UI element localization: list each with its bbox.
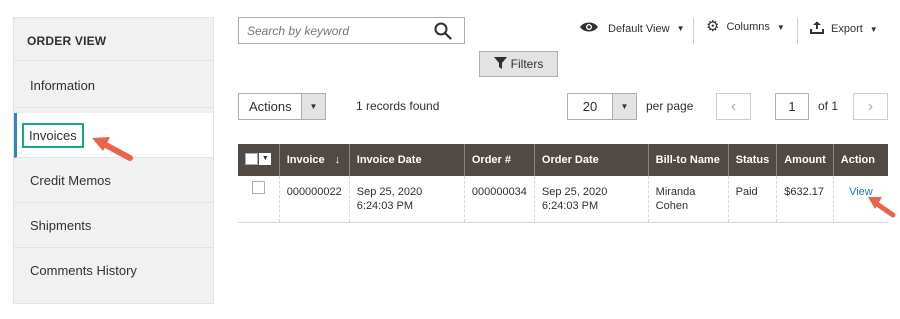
cell-amount: $632.17 (776, 176, 834, 223)
pointer-arrow-icon (92, 137, 133, 161)
column-header-label: Amount (784, 154, 826, 166)
search-icon[interactable] (434, 22, 452, 43)
invoices-grid: ▼ Invoice ↓ Invoice Date Order # Order Da… (238, 144, 888, 223)
sort-arrow-icon: ↓ (334, 154, 341, 166)
default-view-dropdown[interactable]: Default View ▼ (579, 21, 684, 36)
column-header-order-date[interactable]: Order Date (534, 144, 649, 176)
column-header-label: Bill-to Name (655, 154, 720, 166)
sidebar-item-credit-memos[interactable]: Credit Memos (14, 158, 213, 203)
toolbar-divider (693, 18, 694, 44)
default-view-label: Default View (608, 22, 670, 35)
cell-status: Paid (728, 176, 778, 223)
sidebar-item-shipments[interactable]: Shipments (14, 203, 213, 248)
search-box (238, 17, 465, 44)
chevron-down-icon: ▼ (776, 22, 785, 32)
column-header-amount[interactable]: Amount (776, 144, 834, 176)
column-header-action: Action (833, 144, 888, 176)
sidebar-item-comments-history[interactable]: Comments History (14, 248, 213, 293)
eye-icon (579, 21, 599, 36)
columns-dropdown[interactable]: ⚙ Columns ▼ (706, 18, 785, 35)
mass-actions-label: Actions (249, 99, 292, 114)
column-header-label: Order # (471, 154, 511, 166)
row-checkbox[interactable] (251, 181, 265, 194)
records-found: 1 records found (356, 99, 440, 113)
chevron-down-icon: ▼ (612, 94, 636, 119)
sidebar-item-label: Comments History (30, 263, 137, 278)
sidebar-item-label: Credit Memos (30, 172, 111, 188)
cell-bill-to-name: Miranda Cohen (648, 176, 729, 223)
gear-icon: ⚙ (706, 18, 720, 35)
select-all-checkbox[interactable]: ▼ (245, 152, 272, 165)
per-page-label: per page (646, 99, 694, 113)
page-size-select[interactable]: 20 ▼ (567, 93, 637, 120)
export-label: Export (831, 23, 863, 35)
pointer-arrow-icon (868, 197, 896, 218)
sidebar-item-label: Invoices (22, 122, 84, 148)
chevron-down-icon: ▼ (301, 94, 325, 119)
export-dropdown[interactable]: Export ▼ (810, 21, 878, 37)
column-header-label: Invoice (286, 154, 325, 166)
column-header-invoice[interactable]: Invoice ↓ (279, 144, 350, 176)
grid-header-row: ▼ Invoice ↓ Invoice Date Order # Order Da… (238, 144, 888, 176)
column-header-label: Action (840, 154, 876, 166)
cell-invoice: 000000022 (279, 176, 350, 223)
sidebar-item-label: Information (30, 77, 96, 93)
toolbar-divider (797, 18, 798, 44)
cell-order-number: 000000034 (464, 176, 535, 223)
chevron-left-icon: ‹ (730, 97, 737, 115)
sidebar-title: ORDER VIEW (14, 18, 213, 61)
select-all-header[interactable]: ▼ (238, 144, 280, 176)
chevron-down-icon: ▼ (676, 24, 685, 33)
export-icon (810, 21, 824, 37)
filters-button[interactable]: Filters (479, 51, 558, 77)
columns-label: Columns (726, 21, 770, 33)
previous-page-button[interactable]: ‹ (716, 93, 751, 120)
row-checkbox-cell (238, 176, 280, 223)
filters-label: Filters (510, 57, 544, 71)
table-row: 000000022 Sep 25, 2020 6:24:03 PM 000000… (238, 176, 888, 223)
search-input[interactable] (239, 18, 429, 43)
page-size-value: 20 (582, 99, 598, 114)
chevron-right-icon: › (867, 97, 874, 115)
chevron-down-icon: ▼ (869, 24, 878, 34)
column-header-label: Status (735, 154, 770, 166)
chevron-down-icon: ▼ (259, 152, 272, 165)
checkbox-box (245, 152, 259, 165)
next-page-button[interactable]: › (853, 93, 888, 120)
cell-invoice-date: Sep 25, 2020 6:24:03 PM (349, 176, 465, 223)
column-header-order-number[interactable]: Order # (464, 144, 535, 176)
column-header-label: Invoice Date (356, 154, 422, 166)
cell-order-date: Sep 25, 2020 6:24:03 PM (534, 176, 649, 223)
filter-icon (493, 56, 511, 72)
sidebar-item-information[interactable]: Information (14, 63, 213, 108)
mass-actions-dropdown[interactable]: Actions ▼ (238, 93, 326, 120)
column-header-invoice-date[interactable]: Invoice Date (349, 144, 465, 176)
column-header-bill-to-name[interactable]: Bill-to Name (648, 144, 729, 176)
total-pages-label: of 1 (818, 99, 839, 113)
column-header-status[interactable]: Status (728, 144, 778, 176)
current-page-input[interactable]: 1 (775, 93, 809, 120)
sidebar-item-label: Shipments (30, 217, 92, 233)
column-header-label: Order Date (541, 154, 599, 166)
